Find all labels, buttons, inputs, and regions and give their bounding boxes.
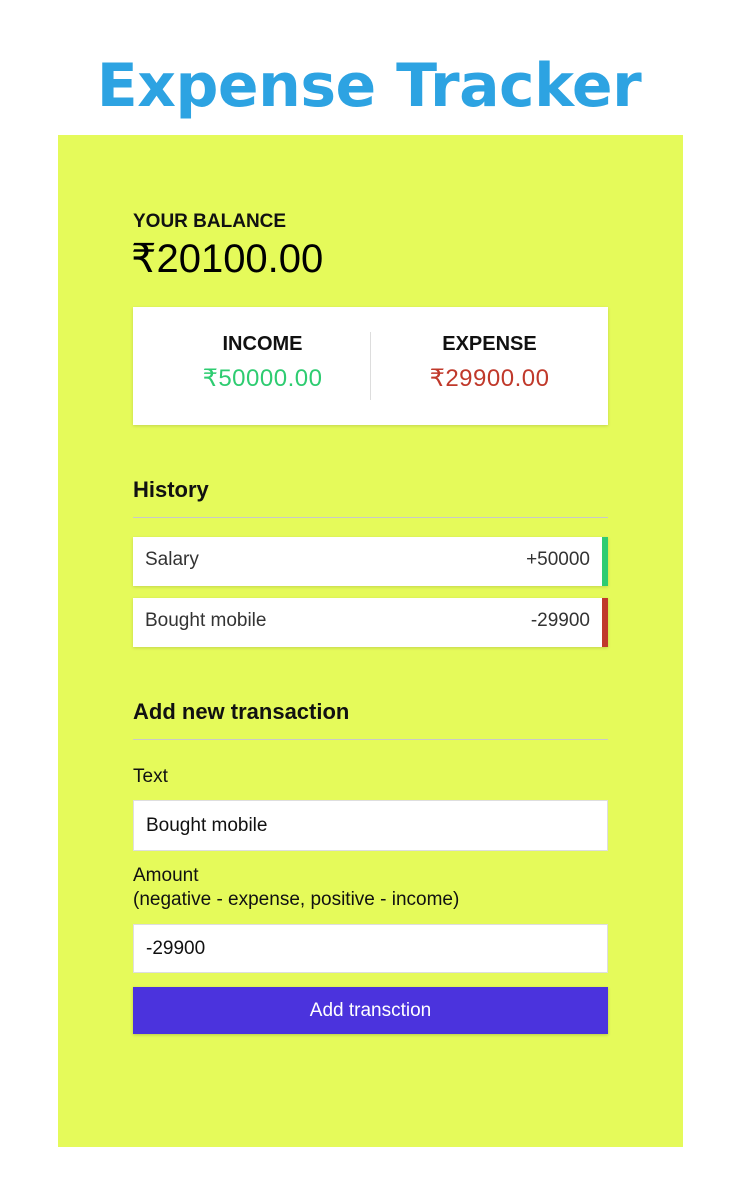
amount-hint: (negative - expense, positive - income)	[133, 889, 460, 910]
add-transaction-button[interactable]: Add transction	[133, 987, 608, 1034]
app-title: Expense Tracker	[96, 51, 642, 121]
amount-label: Amount	[133, 865, 199, 886]
history-item-text: Salary	[145, 549, 199, 570]
income-expense-card: INCOME ₹50000.00 EXPENSE ₹29900.00	[133, 307, 608, 425]
text-input[interactable]	[133, 800, 608, 851]
income-summary: INCOME ₹50000.00	[133, 331, 370, 395]
expense-summary: EXPENSE ₹29900.00	[371, 331, 608, 395]
history-title: History	[133, 475, 608, 518]
income-label: INCOME	[222, 333, 303, 355]
expense-label: EXPENSE	[442, 333, 537, 355]
income-value: ₹50000.00	[202, 365, 323, 392]
add-transaction-title: Add new transaction	[133, 697, 608, 740]
history-item[interactable]: Bought mobile -29900	[133, 598, 608, 647]
history-item-amount: +50000	[526, 549, 590, 570]
history-item-text: Bought mobile	[145, 610, 267, 631]
history-list: Salary +50000 Bought mobile -29900	[133, 537, 608, 659]
balance-value: ₹20100.00	[131, 237, 324, 281]
balance-label: YOUR BALANCE	[133, 211, 287, 232]
amount-input[interactable]	[133, 924, 608, 973]
amount-label-block: Amount (negative - expense, positive - i…	[133, 864, 608, 912]
tracker-panel: YOUR BALANCE ₹20100.00 INCOME ₹50000.00 …	[58, 135, 683, 1147]
history-item-amount: -29900	[530, 610, 590, 631]
history-item[interactable]: Salary +50000	[133, 537, 608, 586]
text-label: Text	[133, 766, 168, 787]
expense-value: ₹29900.00	[429, 365, 550, 392]
